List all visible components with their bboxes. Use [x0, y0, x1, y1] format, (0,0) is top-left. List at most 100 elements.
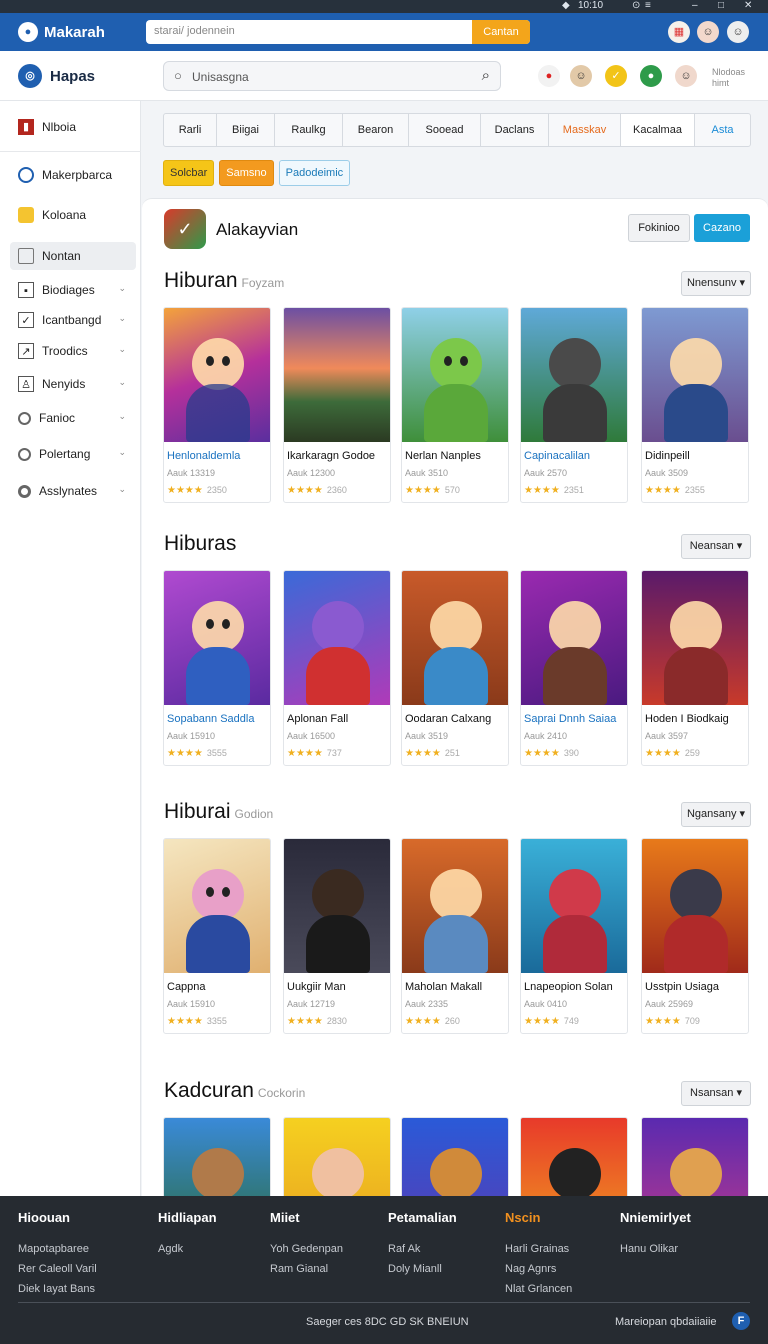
game-card[interactable]: Aplonan Fall Aauk 16500 ★★★★ 737 — [283, 570, 391, 766]
game-thumbnail[interactable] — [642, 1118, 748, 1196]
game-title[interactable]: Henlonaldemla — [167, 450, 240, 462]
tab-category-active[interactable]: Kacalmaa — [621, 114, 695, 146]
avatar[interactable]: ☺ — [570, 65, 592, 87]
secondary-button[interactable]: Fokinioo — [628, 214, 690, 242]
primary-button[interactable]: Cazano — [694, 214, 750, 242]
profile-avatar[interactable]: ☺ — [675, 65, 697, 87]
section-dropdown-button[interactable]: Nnensunv ▾ — [681, 271, 751, 296]
game-card[interactable]: Sopabann Saddla Aauk 15910 ★★★★ 3555 — [163, 570, 271, 766]
game-thumbnail[interactable] — [164, 839, 270, 973]
maximize-icon[interactable]: □ — [718, 0, 724, 11]
chip-filter[interactable]: Samsno — [219, 160, 274, 186]
coin-icon[interactable]: ✓ — [605, 65, 627, 87]
game-card[interactable]: Saprai Dnnh Saiaa Aauk 2410 ★★★★ 390 — [520, 570, 628, 766]
game-card[interactable]: Usstpin Usiaga Aauk 25969 ★★★★ 709 — [641, 838, 749, 1034]
game-title[interactable]: Hoden I Biodkaig — [645, 713, 729, 725]
game-title[interactable]: Uukgiir Man — [287, 981, 346, 993]
game-thumbnail[interactable] — [164, 571, 270, 705]
game-thumbnail[interactable] — [284, 839, 390, 973]
game-title[interactable]: Lnapeopion Solan — [524, 981, 613, 993]
sidebar-item-2[interactable]: Koloana — [10, 201, 136, 229]
game-thumbnail[interactable] — [521, 571, 627, 705]
tab-category[interactable]: Rarli — [164, 114, 217, 146]
chevron-down-icon[interactable]: ⌄ — [118, 283, 126, 294]
chevron-down-icon[interactable]: ⌄ — [118, 377, 126, 388]
footer-link[interactable]: Hanu Olikar — [620, 1239, 740, 1259]
chip-filter[interactable]: Padodeimic — [278, 160, 351, 186]
game-card[interactable]: Cappna Aauk 15910 ★★★★ 3355 — [163, 838, 271, 1034]
footer-link[interactable]: Agdk — [158, 1239, 278, 1259]
social-icon[interactable]: F — [732, 1312, 750, 1330]
section-dropdown-button[interactable]: Neansan ▾ — [681, 534, 751, 559]
game-title[interactable]: Cappna — [167, 981, 206, 993]
game-title[interactable]: Saprai Dnnh Saiaa — [524, 713, 616, 725]
footer-link[interactable]: Raf Ak — [388, 1239, 508, 1259]
game-card[interactable]: Oodaran Calxang Aauk 3519 ★★★★ 251 — [401, 570, 509, 766]
game-title[interactable]: Maholan Makall — [405, 981, 482, 993]
game-card[interactable]: Capinacalilan Aauk 2570 ★★★★ 2351 — [520, 307, 628, 503]
game-thumbnail[interactable] — [164, 1118, 270, 1196]
game-thumbnail[interactable] — [402, 1118, 508, 1196]
sidebar-item-0[interactable]: ▮ Nlboia — [10, 113, 136, 141]
main-search-input[interactable]: Unisasgna — [192, 70, 249, 84]
game-thumbnail[interactable] — [164, 308, 270, 442]
game-card[interactable]: Maholan Makall Aauk 2335 ★★★★ 260 — [401, 838, 509, 1034]
game-card[interactable] — [641, 1117, 749, 1196]
game-thumbnail[interactable] — [402, 571, 508, 705]
game-thumbnail[interactable] — [521, 308, 627, 442]
footer-link[interactable]: Harli Grainas — [505, 1239, 625, 1259]
game-thumbnail[interactable] — [521, 1118, 627, 1196]
minimize-icon[interactable]: – — [692, 0, 698, 11]
game-title[interactable]: Didinpeill — [645, 450, 690, 462]
game-title[interactable]: Nerlan Nanples — [405, 450, 481, 462]
footer-link[interactable]: Nlat Grlancen — [505, 1279, 625, 1299]
footer-link[interactable]: Nag Agnrs — [505, 1259, 625, 1279]
sidebar-item-8[interactable]: Fanioc ⌄ — [10, 404, 136, 432]
chevron-down-icon[interactable]: ⌄ — [118, 411, 126, 422]
game-title[interactable]: Oodaran Calxang — [405, 713, 491, 725]
game-title[interactable]: Ikarkaragn Godoe — [287, 450, 375, 462]
game-card[interactable] — [401, 1117, 509, 1196]
game-thumbnail[interactable] — [642, 839, 748, 973]
game-thumbnail[interactable] — [402, 308, 508, 442]
game-card[interactable]: Ikarkaragn Godoe Aauk 12300 ★★★★ 2360 — [283, 307, 391, 503]
notification-icon[interactable]: ● — [538, 65, 560, 87]
footer-link[interactable]: Mapotapbaree — [18, 1239, 138, 1259]
game-card[interactable]: Didinpeill Aauk 3509 ★★★★ 2355 — [641, 307, 749, 503]
sidebar-item-5[interactable]: ✓ Icantbangd ⌄ — [10, 306, 136, 334]
close-icon[interactable]: ✕ — [744, 0, 752, 11]
game-card[interactable]: Nerlan Nanples Aauk 3510 ★★★★ 570 — [401, 307, 509, 503]
chevron-down-icon[interactable]: ⌄ — [118, 344, 126, 355]
game-thumbnail[interactable] — [642, 308, 748, 442]
main-search-bar[interactable]: ○ Unisasgna ⌕ — [163, 61, 501, 91]
game-thumbnail[interactable] — [402, 839, 508, 973]
game-title[interactable]: Aplonan Fall — [287, 713, 348, 725]
sidebar-item-6[interactable]: ↗ Troodics ⌄ — [10, 337, 136, 365]
game-thumbnail[interactable] — [521, 839, 627, 973]
brand[interactable]: ● Makarah — [18, 22, 105, 42]
game-card[interactable]: Lnapeopion Solan Aauk 0410 ★★★★ 749 — [520, 838, 628, 1034]
game-card[interactable]: Uukgiir Man Aauk 12719 ★★★★ 2830 — [283, 838, 391, 1034]
chevron-down-icon[interactable]: ⌄ — [118, 447, 126, 458]
game-thumbnail[interactable] — [284, 571, 390, 705]
top-search-button[interactable]: Cantan — [472, 20, 530, 44]
game-thumbnail[interactable] — [284, 1118, 390, 1196]
tab-category[interactable]: Biigai — [217, 114, 275, 146]
tab-category-highlight[interactable]: Masskav — [549, 114, 621, 146]
menu-icon[interactable]: ≡ — [645, 0, 651, 11]
sidebar-item-1[interactable]: Makerpbarca — [10, 161, 136, 189]
footer-link[interactable]: Doly Mianll — [388, 1259, 508, 1279]
footer-link[interactable]: Rer Caleoll Varil — [18, 1259, 138, 1279]
section-dropdown-button[interactable]: Nsansan ▾ — [681, 1081, 751, 1106]
footer-link[interactable]: Yoh Gedenpan — [270, 1239, 390, 1259]
footer-link[interactable]: Ram Gianal — [270, 1259, 390, 1279]
chevron-down-icon[interactable]: ⌄ — [118, 484, 126, 495]
game-title[interactable]: Capinacalilan — [524, 450, 590, 462]
game-title[interactable]: Sopabann Saddla — [167, 713, 254, 725]
game-card[interactable] — [520, 1117, 628, 1196]
chip-filter[interactable]: Solcbar — [163, 160, 215, 186]
gift-icon[interactable]: ▦ — [668, 21, 690, 43]
game-card[interactable] — [283, 1117, 391, 1196]
chevron-down-icon[interactable]: ⌄ — [118, 313, 126, 324]
sidebar-item-4[interactable]: ▪ Biodiages ⌄ — [10, 276, 136, 304]
